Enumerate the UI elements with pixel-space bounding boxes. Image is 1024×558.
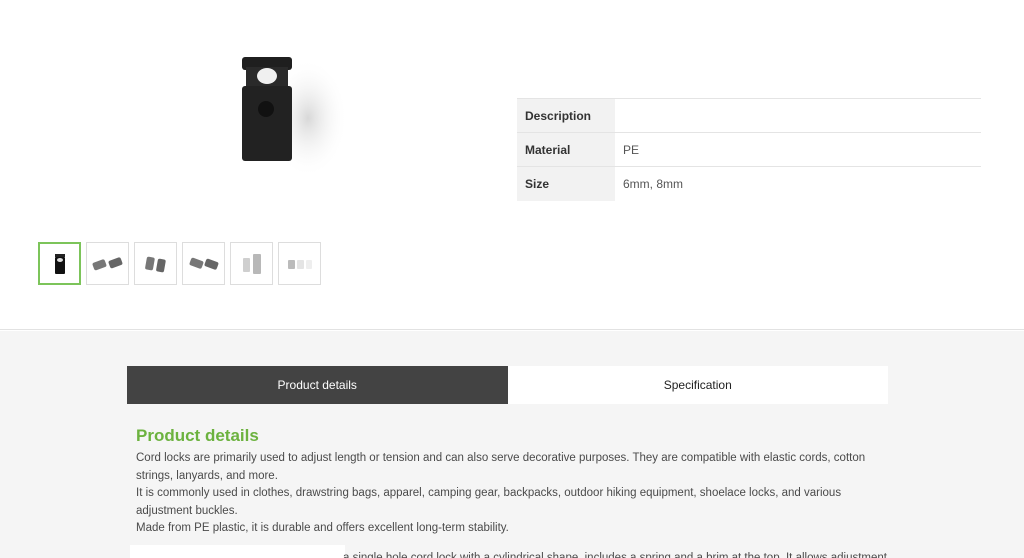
thumbnail-1[interactable] [38,242,81,285]
thumbnail-6[interactable] [278,242,321,285]
thumbnail-5[interactable] [230,242,273,285]
spec-value: 6mm, 8mm [623,176,683,191]
spec-row: Description [517,98,981,133]
spec-label: Size [517,166,615,201]
details-paragraph: It is commonly used in clothes, drawstri… [136,487,842,517]
spec-row: Size 6mm, 8mm [517,166,981,201]
details-body: Cord locks are primarily used to adjust … [136,450,876,538]
content-overlay-box [130,545,345,558]
tab-bar: Product details Specification [127,366,888,404]
tab-specification[interactable]: Specification [507,366,888,404]
thumbnail-strip [38,242,321,285]
spec-value [615,99,981,133]
spec-label: Material [517,132,615,167]
tab-product-details[interactable]: Product details [127,366,508,404]
thumbnail-3[interactable] [134,242,177,285]
thumbnail-4[interactable] [182,242,225,285]
product-main-image[interactable] [230,52,350,178]
spec-value: PE [623,142,640,157]
details-paragraph-partial: a single hole cord lock with a cylindric… [343,552,888,558]
thumbnail-2[interactable] [86,242,129,285]
spec-label: Description [517,98,615,133]
details-heading: Product details [136,426,259,445]
details-paragraph: Made from PE plastic, it is durable and … [136,522,509,535]
product-top-section: Description Material PE Size 6mm, 8mm [0,0,1024,330]
product-details-section: Product details Specification Product de… [0,331,1024,558]
details-paragraph: Cord locks are primarily used to adjust … [136,452,866,482]
spec-row: Material PE [517,132,981,167]
spec-table: Description Material PE Size 6mm, 8mm [517,98,981,201]
